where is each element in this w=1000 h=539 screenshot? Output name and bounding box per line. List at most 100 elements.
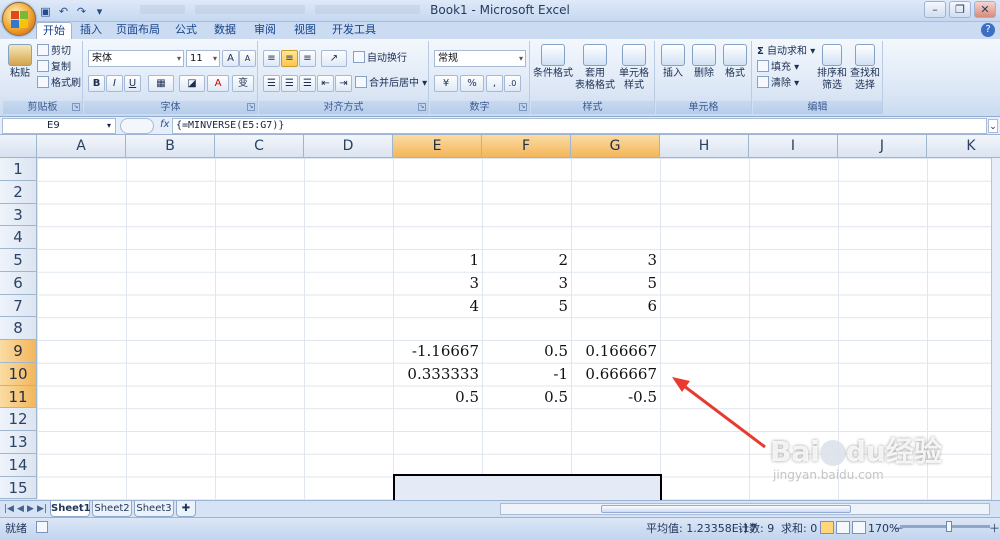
dialog-launcher-icon[interactable]: ↘	[519, 103, 527, 111]
cell-e10[interactable]: 0.333333	[393, 363, 482, 385]
tab-page-layout[interactable]: 页面布局	[110, 22, 166, 39]
page-layout-view-icon[interactable]	[836, 521, 850, 534]
name-box[interactable]: E9 ▾	[2, 118, 116, 134]
sheet-tab-3[interactable]: Sheet3	[134, 501, 174, 517]
clear-button[interactable]: 清除 ▾	[757, 76, 799, 91]
column-header-c[interactable]: C	[215, 135, 304, 158]
row-header-7[interactable]: 7	[0, 294, 37, 318]
tab-home[interactable]: 开始	[36, 22, 72, 40]
tab-data[interactable]: 数据	[206, 22, 244, 39]
italic-button[interactable]: I	[106, 75, 123, 92]
formula-input[interactable]: {=MINVERSE(E5:G7)}	[172, 118, 987, 134]
shrink-font-button[interactable]: A	[239, 50, 256, 67]
percent-button[interactable]: %	[460, 75, 484, 92]
tab-review[interactable]: 审阅	[246, 22, 284, 39]
insert-sheet-icon[interactable]: ✚	[176, 501, 196, 517]
next-sheet-icon[interactable]: ▶	[27, 504, 34, 514]
cell-g9[interactable]: 0.166667	[571, 340, 660, 362]
cell-e9[interactable]: -1.16667	[393, 340, 482, 362]
cell-e5[interactable]: 1	[393, 249, 482, 271]
row-header-12[interactable]: 12	[0, 408, 37, 431]
close-button[interactable]: ✕	[974, 1, 996, 18]
macro-record-icon[interactable]	[36, 521, 48, 533]
insert-cells-button[interactable]: 插入	[658, 44, 688, 80]
column-header-k[interactable]: K	[927, 135, 1000, 158]
cell-g10[interactable]: 0.666667	[571, 363, 660, 385]
zoom-slider-knob[interactable]	[946, 521, 952, 532]
cell-f11[interactable]: 0.5	[482, 386, 571, 408]
cell-e7[interactable]: 4	[393, 295, 482, 317]
fill-color-icon[interactable]: ◪	[179, 75, 205, 92]
tab-developer[interactable]: 开发工具	[326, 22, 382, 39]
zoom-in-button[interactable]: ＋	[989, 518, 1000, 539]
format-painter-button[interactable]: 格式刷	[37, 76, 81, 91]
delete-cells-button[interactable]: 删除	[689, 44, 719, 80]
cell-g7[interactable]: 6	[571, 295, 660, 317]
zoom-slider[interactable]	[900, 521, 990, 532]
column-header-e[interactable]: E	[393, 135, 482, 158]
last-sheet-icon[interactable]: ▶|	[37, 504, 47, 514]
vertical-scrollbar[interactable]	[991, 135, 1000, 500]
format-as-table-button[interactable]: 套用 表格格式	[575, 44, 615, 92]
normal-view-icon[interactable]	[820, 521, 834, 534]
underline-button[interactable]: U	[124, 75, 141, 92]
formula-cancel-enter[interactable]	[120, 118, 154, 134]
align-middle-icon[interactable]: ≡	[281, 50, 298, 67]
column-header-f[interactable]: F	[482, 135, 571, 158]
cell-g6[interactable]: 5	[571, 272, 660, 294]
row-header-14[interactable]: 14	[0, 453, 37, 477]
increase-indent-icon[interactable]: ⇥	[335, 75, 352, 92]
tab-view[interactable]: 视图	[286, 22, 324, 39]
format-cells-button[interactable]: 格式	[720, 44, 750, 80]
conditional-format-button[interactable]: 条件格式	[533, 44, 573, 80]
font-size-combo[interactable]: 11 ▾	[186, 50, 220, 67]
restore-button[interactable]: ❐	[949, 1, 971, 18]
column-header-b[interactable]: B	[126, 135, 215, 158]
cell-g11[interactable]: -0.5	[571, 386, 660, 408]
tab-insert[interactable]: 插入	[74, 22, 108, 39]
sort-filter-button[interactable]: 排序和 筛选	[817, 44, 847, 92]
row-header-8[interactable]: 8	[0, 317, 37, 340]
tab-formulas[interactable]: 公式	[168, 22, 204, 39]
dialog-launcher-icon[interactable]: ↘	[418, 103, 426, 111]
align-center-icon[interactable]: ☰	[281, 75, 298, 92]
scroll-thumb[interactable]	[601, 505, 851, 513]
row-header-3[interactable]: 3	[0, 203, 37, 227]
dialog-launcher-icon[interactable]: ↘	[247, 103, 255, 111]
border-icon[interactable]: ▦	[148, 75, 174, 92]
font-name-combo[interactable]: 宋体 ▾	[88, 50, 184, 67]
column-header-a[interactable]: A	[37, 135, 126, 158]
page-break-view-icon[interactable]	[852, 521, 866, 534]
row-header-1[interactable]: 1	[0, 158, 37, 181]
cell-g5[interactable]: 3	[571, 249, 660, 271]
wrap-text-button[interactable]: 自动换行	[353, 51, 407, 66]
cell-e11[interactable]: 0.5	[393, 386, 482, 408]
find-select-button[interactable]: 查找和 选择	[849, 44, 881, 92]
zoom-out-button[interactable]: －	[893, 518, 904, 539]
horizontal-scrollbar[interactable]	[500, 503, 990, 515]
fill-button[interactable]: 填充 ▾	[757, 60, 799, 75]
expand-formula-bar-icon[interactable]: ⌄	[988, 119, 998, 133]
office-button[interactable]	[2, 2, 36, 36]
row-header-13[interactable]: 13	[0, 431, 37, 454]
row-header-6[interactable]: 6	[0, 271, 37, 295]
cell-f10[interactable]: -1	[482, 363, 571, 385]
row-header-5[interactable]: 5	[0, 249, 37, 272]
column-header-g[interactable]: G	[571, 135, 660, 158]
insert-function-button[interactable]: fx	[160, 119, 169, 130]
cell-styles-button[interactable]: 单元格 样式	[615, 44, 653, 92]
help-icon[interactable]: ?	[981, 23, 995, 37]
comma-button[interactable]: ,	[486, 75, 503, 92]
cell-f9[interactable]: 0.5	[482, 340, 571, 362]
row-header-9[interactable]: 9	[0, 340, 37, 363]
sheet-tab-2[interactable]: Sheet2	[92, 501, 132, 517]
bold-button[interactable]: B	[88, 75, 105, 92]
paste-button[interactable]: 粘贴	[6, 44, 34, 80]
cell-f7[interactable]: 5	[482, 295, 571, 317]
align-top-icon[interactable]: ≡	[263, 50, 280, 67]
row-header-15[interactable]: 15	[0, 476, 37, 500]
first-sheet-icon[interactable]: |◀	[4, 504, 14, 514]
column-header-j[interactable]: J	[838, 135, 927, 158]
copy-button[interactable]: 复制	[37, 60, 71, 75]
column-header-d[interactable]: D	[304, 135, 393, 158]
